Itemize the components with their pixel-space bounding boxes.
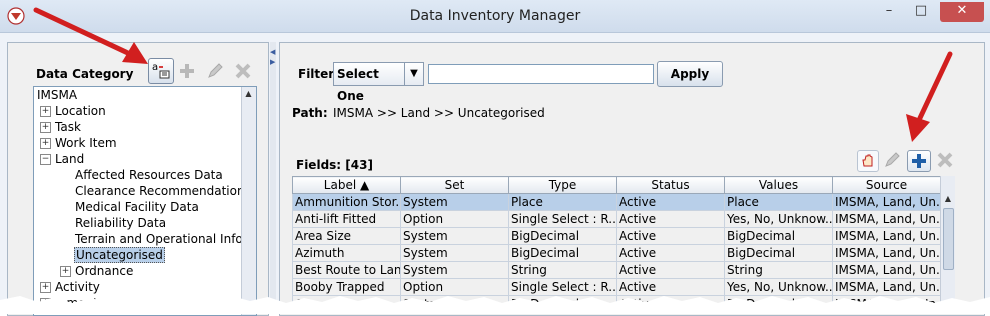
column-header-status[interactable]: Status: [616, 176, 725, 194]
filter-dropdown-button[interactable]: ▼: [404, 62, 424, 86]
table-cell: System: [400, 244, 509, 262]
edit-field-button[interactable]: [883, 151, 901, 169]
table-cell: Best Route to Land: [292, 261, 401, 279]
table-cell: BigDecimal: [724, 244, 833, 262]
maximize-button[interactable]: □: [906, 2, 936, 22]
scroll-thumb[interactable]: [943, 208, 954, 270]
column-header-type[interactable]: Type: [508, 176, 617, 194]
tree-item-label: Medical Facility Data: [75, 200, 199, 214]
tree-item-label: Location: [55, 104, 106, 118]
table-cell: System: [400, 261, 509, 279]
torn-edge: [0, 296, 990, 314]
app-window: Data Inventory Manager – □ ✕ Data Catego…: [0, 0, 990, 316]
column-header-source[interactable]: Source: [832, 176, 941, 194]
table-header-row: Label ▲ Set Type Status Values Source: [292, 176, 941, 194]
table-cell: Single Select : R...: [508, 210, 617, 228]
tree-item-label: Uncategorised: [74, 247, 165, 263]
table-cell: Azimuth: [292, 244, 401, 262]
plus-icon: [180, 64, 194, 78]
scroll-up-arrow-icon[interactable]: ▲: [244, 89, 253, 98]
splitter[interactable]: ◀ ▶: [270, 42, 276, 314]
fields-count-label: Fields: [43]: [296, 158, 373, 172]
delete-icon: [235, 63, 251, 79]
path-value: IMSMA >> Land >> Uncategorised: [333, 106, 545, 120]
table-cell: String: [508, 261, 617, 279]
column-header-label[interactable]: Label ▲: [292, 176, 401, 194]
filter-input[interactable]: [428, 64, 654, 84]
collapse-left-icon[interactable]: ◀: [270, 48, 275, 56]
tree-item-label: Work Item: [55, 136, 117, 150]
table-cell: Area Size: [292, 227, 401, 245]
table-cell: BigDecimal: [508, 227, 617, 245]
chevron-down-icon: ▼: [410, 68, 418, 79]
annotation-arrow-icon: [906, 51, 953, 142]
expand-icon[interactable]: +: [40, 122, 51, 133]
annotation-arrow-icon: [33, 7, 148, 64]
table-cell: IMSMA, Land, Un...: [832, 227, 941, 245]
table-cell: Place: [508, 193, 617, 211]
table-cell: Ammunition Stor...: [292, 193, 401, 211]
table-cell: Active: [616, 244, 725, 262]
tree-scrollbar[interactable]: ▲: [241, 87, 256, 315]
table-cell: IMSMA, Land, Un...: [832, 210, 941, 228]
scroll-up-arrow-icon[interactable]: ▲: [943, 194, 953, 204]
add-button[interactable]: [178, 62, 196, 80]
hand-icon: [862, 154, 873, 167]
expand-icon[interactable]: +: [60, 266, 71, 277]
table-row[interactable]: Best Route to Land System String Active Stri…: [292, 261, 941, 279]
filter-select[interactable]: Select One: [333, 62, 406, 103]
tree-item-label: Task: [55, 120, 81, 134]
edit-button[interactable]: [206, 62, 224, 80]
category-tree[interactable]: IMSMA + Location + Task + Work Item − Land Affect…: [33, 86, 257, 316]
column-header-set[interactable]: Set: [400, 176, 509, 194]
table-cell: String: [724, 261, 833, 279]
table-cell: Active: [616, 261, 725, 279]
plus-icon: [912, 154, 926, 168]
tree-item-label: Land: [55, 152, 85, 166]
tree-item-label: Reliability Data: [75, 216, 167, 230]
table-cell: Active: [616, 210, 725, 228]
apply-button[interactable]: Apply: [657, 61, 723, 87]
table-cell: IMSMA, Land, Un...: [832, 261, 941, 279]
table-row[interactable]: Ammunition Stor... System Place Active Place…: [292, 193, 941, 211]
table-row[interactable]: Area Size System BigDecimal Active BigDecima…: [292, 227, 941, 245]
delete-field-button[interactable]: [936, 151, 954, 169]
expand-icon[interactable]: +: [40, 138, 51, 149]
pencil-icon: [885, 152, 900, 167]
table-cell: IMSMA, Land, Un...: [832, 244, 941, 262]
tree-item-label: Ordnance: [75, 264, 134, 278]
path-label: Path:: [292, 106, 328, 120]
column-header-values[interactable]: Values: [724, 176, 833, 194]
expand-right-icon[interactable]: ▶: [270, 58, 275, 66]
tree-item-label: Terrain and Operational Inform: [75, 232, 257, 246]
table-cell: Option: [400, 210, 509, 228]
minimize-button[interactable]: –: [874, 2, 904, 22]
tree-item-label: IMSMA: [37, 88, 78, 102]
table-cell: BigDecimal: [724, 227, 833, 245]
table-cell: Place: [724, 193, 833, 211]
table-cell: BigDecimal: [508, 244, 617, 262]
manage-button[interactable]: [857, 150, 879, 172]
add-field-button[interactable]: [907, 150, 931, 172]
table-cell: IMSMA, Land, Un...: [832, 193, 941, 211]
table-row[interactable]: Azimuth System BigDecimal Active BigDecimal I…: [292, 244, 941, 262]
delete-button[interactable]: [234, 62, 252, 80]
expand-icon[interactable]: +: [40, 106, 51, 117]
table-cell: Anti-lift Fitted: [292, 210, 401, 228]
table-cell: System: [400, 227, 509, 245]
delete-icon: [937, 152, 953, 168]
table-cell: Active: [616, 193, 725, 211]
table-cell: System: [400, 193, 509, 211]
table-cell: Active: [616, 227, 725, 245]
close-button[interactable]: ✕: [940, 2, 984, 22]
table-row[interactable]: Anti-lift Fitted Option Single Select : R.…: [292, 210, 941, 228]
table-cell: Yes, No, Unknow...: [724, 210, 833, 228]
tree-item-label: Affected Resources Data: [75, 168, 223, 182]
pencil-icon: [208, 63, 223, 78]
tree-item-label: Clearance Recommendation D: [75, 184, 257, 198]
collapse-icon[interactable]: −: [40, 154, 51, 165]
